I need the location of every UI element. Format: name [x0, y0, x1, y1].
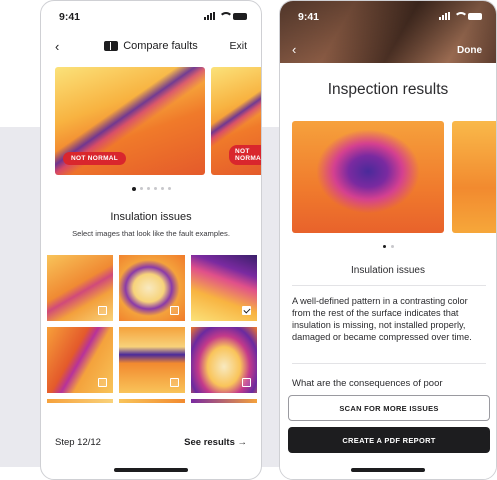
checkbox[interactable] [170, 306, 179, 315]
page-title: Compare faults [123, 40, 198, 52]
grid-image[interactable] [47, 327, 113, 393]
checkbox[interactable] [170, 378, 179, 387]
battery-icon [468, 13, 482, 20]
home-indicator [114, 468, 188, 472]
status-bar: 9:41 [41, 9, 261, 25]
fault-example-image-next[interactable]: NOT NORMAL [211, 67, 261, 175]
divider [292, 285, 486, 286]
image-grid [47, 255, 257, 403]
done-button[interactable]: Done [457, 45, 482, 56]
fault-example-image[interactable]: NOT NORMAL [55, 67, 205, 175]
inspection-results-screen: 9:41 ‹ Done Inspection results Insulatio… [279, 0, 497, 480]
grid-image[interactable] [47, 399, 113, 403]
wifi-icon [454, 12, 468, 20]
grid-image[interactable] [191, 255, 257, 321]
grid-image[interactable] [119, 399, 185, 403]
result-image-next[interactable] [452, 121, 496, 233]
wifi-icon [219, 12, 233, 20]
status-badge: NOT NORMAL [229, 145, 261, 165]
carousel-dots [41, 187, 261, 191]
fault-heading: Insulation issues [351, 265, 425, 276]
grid-image[interactable] [119, 327, 185, 393]
result-image[interactable] [292, 121, 444, 233]
grid-image[interactable] [47, 255, 113, 321]
signal-icon [204, 12, 215, 20]
page-title: Inspection results [327, 81, 449, 98]
top-nav: ‹ Compare faults Exit [41, 39, 261, 55]
chevron-left-icon[interactable]: ‹ [292, 42, 296, 57]
status-bar: 9:41 [280, 9, 496, 25]
grid-image[interactable] [119, 255, 185, 321]
see-results-button[interactable]: See results → [184, 437, 247, 448]
create-pdf-report-button[interactable]: CREATE A PDF REPORT [288, 427, 490, 453]
checkbox[interactable] [98, 306, 107, 315]
checkbox-checked[interactable] [242, 306, 251, 315]
scan-more-issues-button[interactable]: SCAN FOR MORE ISSUES [288, 395, 490, 421]
checkbox[interactable] [98, 378, 107, 387]
battery-icon [233, 13, 247, 20]
step-indicator: Step 12/12 [55, 437, 101, 448]
grid-image[interactable] [191, 327, 257, 393]
fault-description: A well-defined pattern in a contrasting … [292, 296, 472, 342]
signal-icon [439, 12, 450, 20]
status-time: 9:41 [298, 11, 320, 23]
carousel-dots [280, 245, 496, 248]
status-badge: NOT NORMAL [63, 152, 127, 165]
fault-heading: Insulation issues [110, 211, 192, 223]
compare-icon [104, 41, 119, 51]
faq-question[interactable]: What are the consequences of poor [292, 378, 443, 389]
home-indicator [351, 468, 425, 472]
fault-subheading: Select images that look like the fault e… [72, 229, 230, 238]
compare-faults-screen: 9:41 ‹ Compare faults Exit NOT NORMAL NO… [40, 0, 262, 480]
nav-title: Compare faults [41, 40, 261, 52]
divider [292, 363, 486, 364]
checkbox[interactable] [242, 378, 251, 387]
arrow-right-icon: → [237, 437, 248, 448]
status-time: 9:41 [59, 11, 81, 23]
grid-image[interactable] [191, 399, 257, 403]
exit-button[interactable]: Exit [229, 40, 247, 52]
